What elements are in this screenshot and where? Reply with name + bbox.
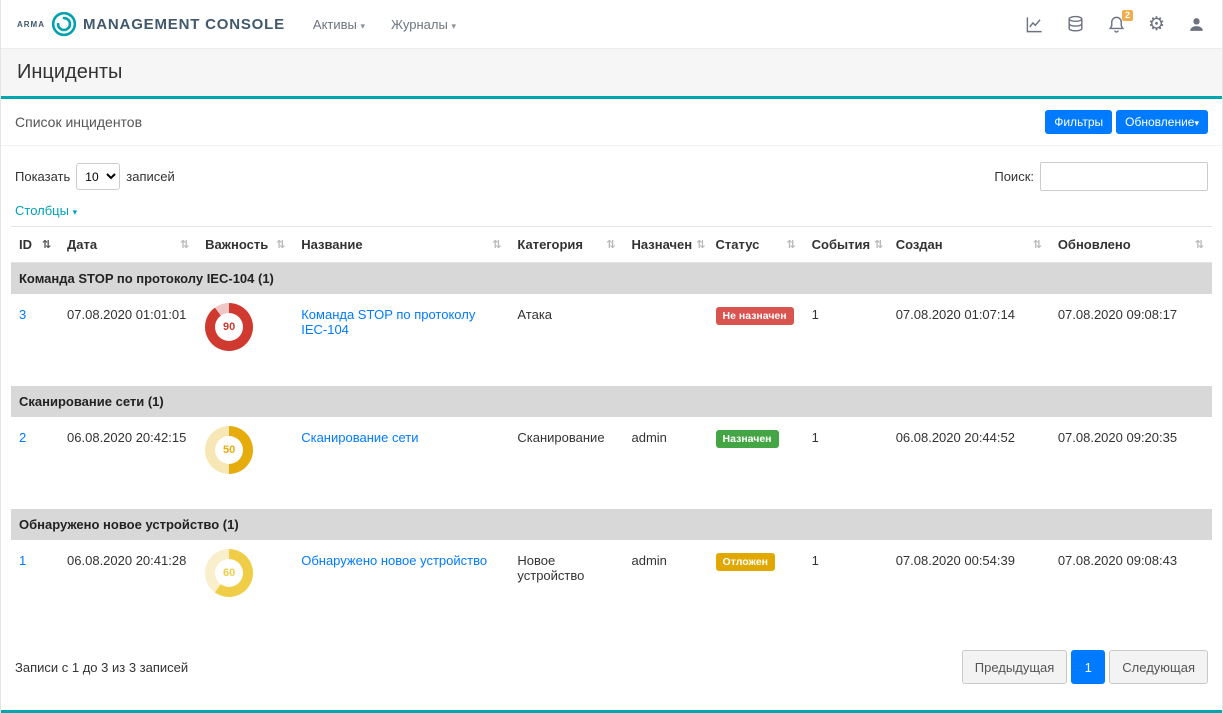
incident-name-link[interactable]: Сканирование сети <box>301 430 418 445</box>
incident-events: 1 <box>804 540 888 632</box>
records-info: Записи с 1 до 3 из 3 записей <box>15 660 188 675</box>
group-header: Сканирование сети (1) <box>11 386 1212 417</box>
show-label-after: записей <box>126 169 174 184</box>
incident-assigned <box>623 294 707 386</box>
sort-icon: ⇅ <box>180 238 189 251</box>
pagination: Предыдущая 1 Следующая <box>962 650 1208 684</box>
arma-logo-text: ARMA <box>17 20 45 29</box>
header-name[interactable]: Название⇅ <box>293 227 509 263</box>
app-root: ARMA MANAGEMENT CONSOLE Активы ▾ Журналы… <box>0 0 1223 713</box>
sort-icon: ⇅ <box>276 238 285 251</box>
header-severity[interactable]: Важность⇅ <box>197 227 293 263</box>
incident-events: 1 <box>804 294 888 386</box>
sort-icon: ⇅ <box>786 238 795 251</box>
show-label-before: Показать <box>15 169 70 184</box>
incident-name-link[interactable]: Команда STOP по протоколу IEC-104 <box>301 307 475 337</box>
table-controls: Показать 10 записей Поиск: <box>1 146 1222 203</box>
sort-icon: ⇅ <box>1033 238 1042 251</box>
severity-donut: 50 <box>205 426 253 474</box>
header-id[interactable]: ID⇅ <box>11 227 59 263</box>
database-icon[interactable] <box>1066 15 1085 34</box>
group-header: Обнаружено новое устройство (1) <box>11 509 1212 540</box>
bell-icon[interactable]: 2 <box>1107 15 1126 34</box>
page-size-select[interactable]: 10 <box>76 163 120 190</box>
status-badge: Назначен <box>716 430 779 448</box>
search-label: Поиск: <box>994 169 1034 184</box>
arma-logo: ARMA MANAGEMENT CONSOLE <box>17 11 285 37</box>
incident-assigned: admin <box>623 417 707 509</box>
incident-updated: 07.08.2020 09:08:17 <box>1050 294 1212 386</box>
table-row: 3 07.08.2020 01:01:01 90 Команда STOP по… <box>11 294 1212 386</box>
menu-assets[interactable]: Активы ▾ <box>313 17 365 32</box>
chart-icon[interactable] <box>1025 15 1044 34</box>
incident-updated: 07.08.2020 09:20:35 <box>1050 417 1212 509</box>
table-header-row: ID⇅ Дата⇅ Важность⇅ Название⇅ Категория⇅… <box>11 227 1212 263</box>
filters-button[interactable]: Фильтры <box>1045 110 1112 134</box>
sort-icon: ⇅ <box>1195 238 1204 251</box>
navbar: ARMA MANAGEMENT CONSOLE Активы ▾ Журналы… <box>1 0 1222 48</box>
incident-name-link[interactable]: Обнаружено новое устройство <box>301 553 487 568</box>
incident-created: 07.08.2020 00:54:39 <box>888 540 1050 632</box>
sort-icon: ⇅ <box>696 238 705 251</box>
incident-id-link[interactable]: 1 <box>19 553 26 568</box>
pagination-page-1[interactable]: 1 <box>1071 650 1105 684</box>
table-row: 1 06.08.2020 20:41:28 60 Обнаружено ново… <box>11 540 1212 632</box>
header-status[interactable]: Статус⇅ <box>708 227 804 263</box>
header-date[interactable]: Дата⇅ <box>59 227 197 263</box>
header-updated[interactable]: Обновлено⇅ <box>1050 227 1212 263</box>
incident-date: 06.08.2020 20:42:15 <box>59 417 197 509</box>
page-header: Инциденты <box>1 48 1222 96</box>
nav-icons: 2 ⚙ <box>1025 15 1206 34</box>
sort-icon: ⇅ <box>492 238 501 251</box>
table-footer: Записи с 1 до 3 из 3 записей Предыдущая … <box>1 632 1222 700</box>
refresh-button[interactable]: Обновление▾ <box>1116 110 1208 134</box>
page-title: Инциденты <box>17 61 1206 84</box>
chevron-down-icon: ▾ <box>361 21 366 31</box>
nav-menu: Активы ▾ Журналы ▾ <box>313 17 456 32</box>
sort-icon: ⇅ <box>606 238 615 251</box>
group-header: Команда STOP по протоколу IEC-104 (1) <box>11 263 1212 295</box>
table-row: 2 06.08.2020 20:42:15 50 Сканирование се… <box>11 417 1212 509</box>
header-assigned[interactable]: Назначен⇅ <box>623 227 707 263</box>
incident-created: 06.08.2020 20:44:52 <box>888 417 1050 509</box>
incident-updated: 07.08.2020 09:08:43 <box>1050 540 1212 632</box>
status-badge: Отложен <box>716 553 775 571</box>
card-title: Список инцидентов <box>15 114 142 130</box>
incident-category: Новое устройство <box>509 540 623 632</box>
card-header: Список инцидентов Фильтры Обновление▾ <box>1 99 1222 146</box>
sort-icon: ⇅ <box>874 238 883 251</box>
arma-swirl-icon <box>51 11 77 37</box>
pagination-previous[interactable]: Предыдущая <box>962 650 1068 684</box>
incident-date: 06.08.2020 20:41:28 <box>59 540 197 632</box>
chevron-down-icon: ▾ <box>451 21 456 31</box>
pagination-next[interactable]: Следующая <box>1109 650 1208 684</box>
notification-badge: 2 <box>1122 10 1133 22</box>
header-created[interactable]: Создан⇅ <box>888 227 1050 263</box>
incident-category: Атака <box>509 294 623 386</box>
severity-donut: 60 <box>205 549 253 597</box>
brand-title: MANAGEMENT CONSOLE <box>83 16 285 33</box>
header-events[interactable]: События⇅ <box>804 227 888 263</box>
search-input[interactable] <box>1040 162 1208 191</box>
sort-icon: ⇅ <box>42 238 51 251</box>
header-category[interactable]: Категория⇅ <box>509 227 623 263</box>
menu-logs[interactable]: Журналы ▾ <box>391 17 456 32</box>
gear-icon[interactable]: ⚙ <box>1148 15 1165 34</box>
incident-id-link[interactable]: 3 <box>19 307 26 322</box>
severity-donut: 90 <box>205 303 253 351</box>
status-badge: Не назначен <box>716 307 794 325</box>
columns-button[interactable]: Столбцы ▾ <box>15 203 77 218</box>
incident-created: 07.08.2020 01:07:14 <box>888 294 1050 386</box>
incident-assigned: admin <box>623 540 707 632</box>
user-icon[interactable] <box>1187 15 1206 34</box>
incident-events: 1 <box>804 417 888 509</box>
incident-date: 07.08.2020 01:01:01 <box>59 294 197 386</box>
incident-id-link[interactable]: 2 <box>19 430 26 445</box>
incident-category: Сканирование <box>509 417 623 509</box>
incidents-table: ID⇅ Дата⇅ Важность⇅ Название⇅ Категория⇅… <box>11 226 1212 632</box>
